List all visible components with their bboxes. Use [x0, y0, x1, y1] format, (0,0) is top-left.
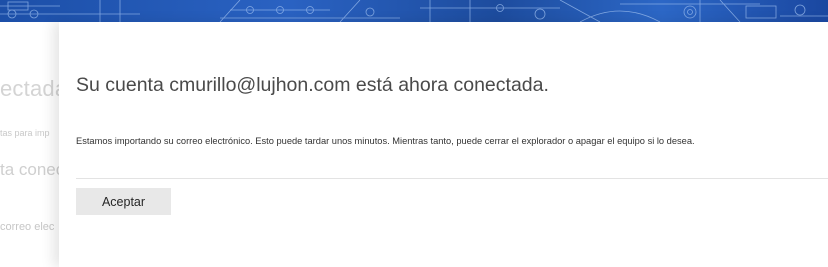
- dialog-message: Estamos importando su correo electrónico…: [76, 136, 695, 146]
- blueprint-pattern-icon: [0, 0, 828, 22]
- background-page: ectadas tas para imp ta conec correo ele…: [0, 22, 60, 267]
- dialog-title: Su cuenta cmurillo@lujhon.com está ahora…: [76, 74, 549, 96]
- page: ectadas tas para imp ta conec correo ele…: [0, 0, 828, 267]
- background-text: tas para imp: [0, 128, 50, 138]
- blueprint-banner: [0, 0, 828, 22]
- background-subheading: ta conec: [0, 160, 60, 179]
- account-connected-dialog: Su cuenta cmurillo@lujhon.com está ahora…: [59, 22, 828, 267]
- divider: [76, 178, 828, 179]
- background-heading: ectadas: [0, 76, 60, 101]
- accept-button[interactable]: Aceptar: [76, 188, 171, 215]
- background-text-2: correo elec: [0, 221, 55, 233]
